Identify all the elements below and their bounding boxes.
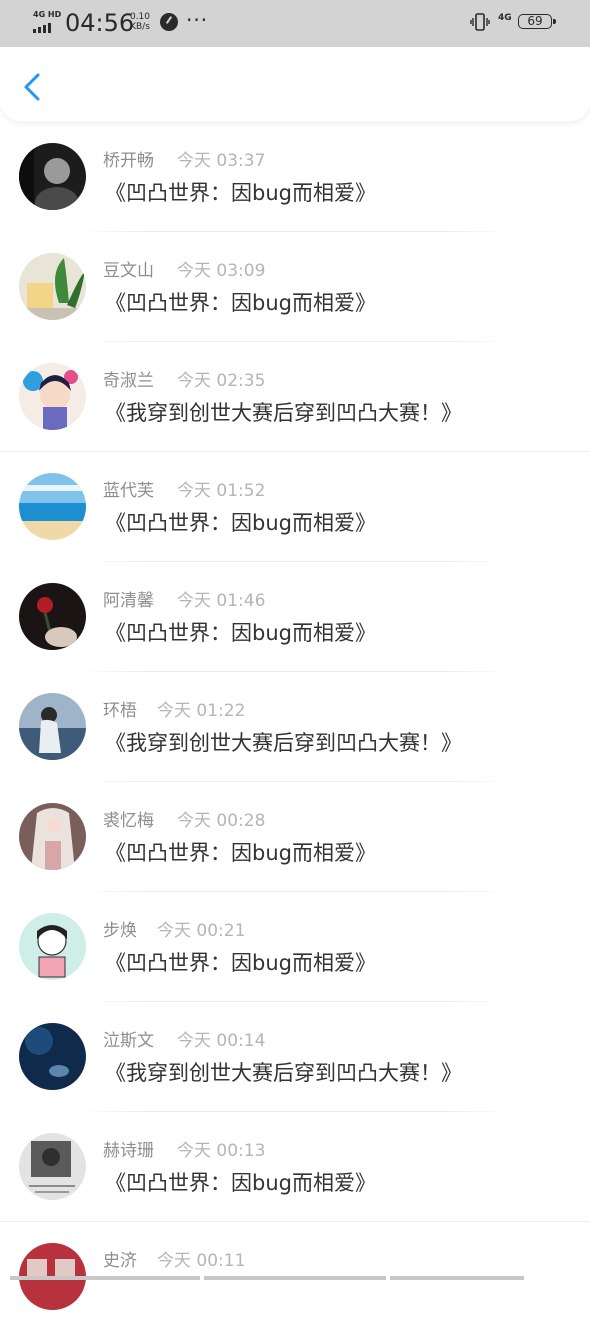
speed-unit: KB/s [130,22,150,32]
app-notification-icon [160,13,178,31]
avatar[interactable] [19,803,86,870]
book-title[interactable]: 《凹凸世界：因bug而相爱》 [105,509,376,537]
book-title[interactable]: 《我穿到创世大赛后穿到凹凸大赛！》 [105,729,462,757]
avatar[interactable] [19,583,86,650]
avatar[interactable] [19,1133,86,1200]
list-item[interactable]: 裘忆梅 今天 00:28 《凹凸世界：因bug而相爱》 [0,782,590,892]
book-title[interactable]: 《凹凸世界：因bug而相爱》 [105,619,376,647]
vibrate-icon [470,13,490,31]
book-title[interactable]: 《凹凸世界：因bug而相爱》 [105,289,376,317]
user-name: 史济 [103,1251,137,1271]
avatar[interactable] [19,253,86,320]
post-time: 今天 03:09 [177,261,266,281]
battery-level: 69 [527,14,543,28]
list-item[interactable]: 步焕 今天 00:21 《凹凸世界：因bug而相爱》 [0,892,590,1002]
book-title[interactable]: 《凹凸世界：因bug而相爱》 [105,949,376,977]
book-title[interactable]: 《凹凸世界：因bug而相爱》 [105,1169,376,1197]
avatar[interactable] [19,473,86,540]
user-name: 步焕 [103,921,137,941]
mobile-type: 4G [498,13,512,23]
post-time: 今天 01:22 [157,701,246,721]
post-time: 今天 03:37 [177,151,266,171]
avatar[interactable] [19,363,86,430]
top-navigation-bar [0,47,590,121]
post-time: 今天 00:13 [177,1141,266,1161]
user-name: 泣斯文 [103,1031,154,1051]
signal-icon: 4G HD [33,10,63,34]
avatar[interactable] [19,693,86,760]
chevron-left-icon[interactable] [18,69,48,105]
user-name: 裘忆梅 [103,811,154,831]
speed-value: 0.10 [129,12,151,22]
network-label: 4G HD [33,10,62,19]
list-item[interactable]: 环梧 今天 01:22 《我穿到创世大赛后穿到凹凸大赛！》 [0,672,590,782]
list-item[interactable]: 奇淑兰 今天 02:35 《我穿到创世大赛后穿到凹凸大赛！》 [0,342,590,452]
post-time: 今天 01:52 [177,481,266,501]
status-time: 04:56 [65,9,135,37]
book-title[interactable]: 《凹凸世界：因bug而相爱》 [105,839,376,867]
status-bar: 4G HD 04:56 0.10 KB/s ··· 4G 69 [0,0,590,47]
list-item[interactable]: 蓝代芙 今天 01:52 《凹凸世界：因bug而相爱》 [0,452,590,562]
book-title[interactable]: 《我穿到创世大赛后穿到凹凸大赛！》 [105,399,462,427]
post-time: 今天 00:11 [157,1251,246,1271]
user-name: 阿清馨 [103,591,154,611]
post-time: 今天 00:14 [177,1031,266,1051]
post-time: 今天 02:35 [177,371,266,391]
user-name: 桥开畅 [103,151,154,171]
user-name: 环梧 [103,701,137,721]
user-name: 蓝代芙 [103,481,154,501]
list-item[interactable]: 豆文山 今天 03:09 《凹凸世界：因bug而相爱》 [0,232,590,342]
avatar[interactable] [19,143,86,210]
post-time: 今天 00:28 [177,811,266,831]
avatar[interactable] [19,913,86,980]
bottom-scroll-indicator [0,1276,590,1280]
list-item[interactable]: 阿清馨 今天 01:46 《凹凸世界：因bug而相爱》 [0,562,590,672]
book-title[interactable]: 《凹凸世界：因bug而相爱》 [105,179,376,207]
more-dots-icon: ··· [186,8,209,32]
network-speed: 0.10 KB/s [127,12,153,32]
list-item[interactable]: 桥开畅 今天 03:37 《凹凸世界：因bug而相爱》 [0,122,590,232]
post-time: 今天 00:21 [157,921,246,941]
list-item[interactable]: 赫诗珊 今天 00:13 《凹凸世界：因bug而相爱》 [0,1112,590,1222]
user-name: 赫诗珊 [103,1141,154,1161]
user-name: 豆文山 [103,261,154,281]
list-item[interactable]: 泣斯文 今天 00:14 《我穿到创世大赛后穿到凹凸大赛！》 [0,1002,590,1112]
book-title[interactable]: 《我穿到创世大赛后穿到凹凸大赛！》 [105,1059,462,1087]
avatar[interactable] [19,1023,86,1090]
battery-icon: 69 [518,14,556,29]
post-time: 今天 01:46 [177,591,266,611]
user-name: 奇淑兰 [103,371,154,391]
